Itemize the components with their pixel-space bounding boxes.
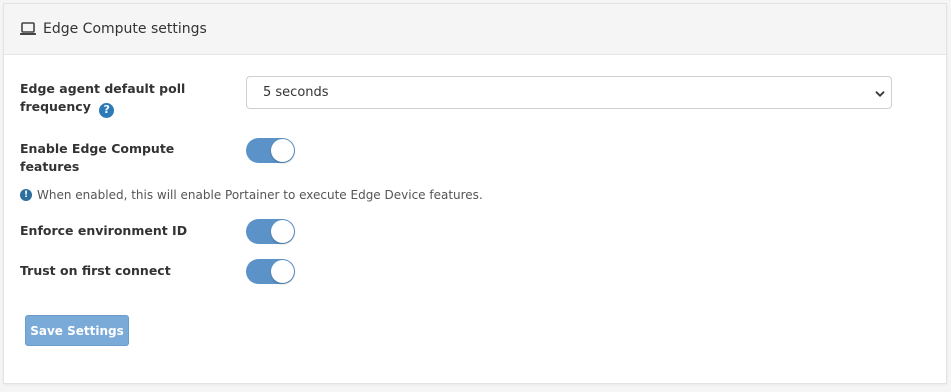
poll-frequency-label-line1: Edge agent default poll bbox=[20, 81, 186, 96]
question-circle-icon[interactable]: ? bbox=[99, 102, 115, 118]
trust-first-connect-toggle[interactable] bbox=[246, 259, 295, 284]
panel-title: Edge Compute settings bbox=[43, 21, 207, 37]
info-text: When enabled, this will enable Portainer… bbox=[37, 188, 483, 202]
edge-compute-info: ! When enabled, this will enable Portain… bbox=[20, 188, 483, 202]
edge-compute-label: Enable Edge Compute features bbox=[20, 140, 174, 176]
panel-header: Edge Compute settings bbox=[4, 4, 946, 55]
poll-frequency-selected-value: 5 seconds bbox=[263, 85, 329, 100]
enforce-env-id-label: Enforce environment ID bbox=[20, 223, 188, 238]
trust-first-connect-label: Trust on first connect bbox=[20, 263, 171, 278]
poll-frequency-label: Edge agent default poll frequency ? bbox=[20, 80, 185, 118]
laptop-icon bbox=[19, 22, 37, 36]
save-settings-button[interactable]: Save Settings bbox=[25, 315, 129, 346]
edge-compute-label-line1: Enable Edge Compute bbox=[20, 141, 175, 156]
edge-compute-row: Enable Edge Compute features bbox=[20, 140, 174, 176]
enforce-env-id-row: Enforce environment ID bbox=[20, 222, 187, 240]
poll-frequency-select[interactable]: 5 seconds bbox=[246, 76, 892, 109]
toggle-knob bbox=[271, 139, 294, 162]
edge-compute-label-line2: features bbox=[20, 159, 80, 174]
exclamation-circle-icon: ! bbox=[20, 189, 32, 201]
trust-first-connect-row: Trust on first connect bbox=[20, 262, 171, 280]
edge-compute-toggle[interactable] bbox=[246, 138, 295, 163]
poll-frequency-row: Edge agent default poll frequency ? bbox=[20, 80, 185, 118]
toggle-knob bbox=[271, 260, 294, 283]
enforce-env-id-toggle[interactable] bbox=[246, 219, 295, 244]
chevron-down-icon bbox=[875, 88, 885, 98]
toggle-knob bbox=[271, 220, 294, 243]
poll-frequency-label-line2: frequency bbox=[20, 99, 91, 114]
